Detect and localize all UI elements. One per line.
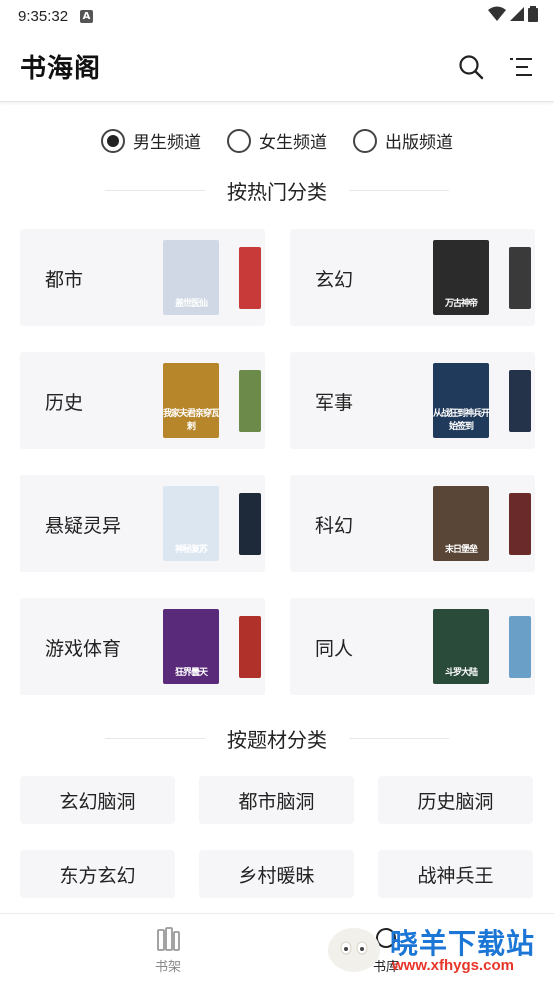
- wifi-icon: [488, 6, 506, 21]
- category-grid: 都市 盖世医仙 玄幻 万古神帝 历史 我家夫君亲穿瓦剌 军事 从战狂到神兵开始签…: [20, 229, 535, 695]
- radio-unchecked-icon: [353, 128, 377, 153]
- status-bar: 9:35:32 A: [0, 0, 554, 32]
- hot-section-header: 按热门分类: [0, 176, 554, 205]
- radio-unchecked-icon: [227, 128, 251, 153]
- section-title: 按题材分类: [227, 728, 327, 752]
- book-cover-back: [509, 616, 531, 678]
- channel-label: 女生频道: [259, 133, 327, 153]
- book-cover-title: 斗罗大陆: [444, 668, 478, 678]
- battery-icon: [528, 6, 538, 22]
- book-cover: 狂界曇天: [163, 609, 219, 684]
- book-cover: 斗罗大陆: [433, 609, 489, 684]
- book-cover-back: [509, 370, 531, 432]
- notification-badge: A: [80, 9, 94, 23]
- book-cover: 末日堡垒: [433, 486, 489, 561]
- book-cover-back: [239, 370, 261, 432]
- watermark-url: www.xfhygs.com: [392, 957, 514, 974]
- channel-male[interactable]: 男生频道: [101, 128, 201, 153]
- app-header: 书海阁: [0, 32, 554, 102]
- radio-checked-icon: [101, 128, 125, 153]
- search-icon: [459, 55, 484, 80]
- category-card[interactable]: 玄幻 万古神帝: [290, 229, 535, 326]
- category-name: 历史: [45, 392, 84, 414]
- category-name: 都市: [45, 269, 84, 291]
- theme-tag[interactable]: 乡村暖昧: [199, 850, 354, 898]
- channel-female[interactable]: 女生频道: [227, 128, 327, 153]
- divider: [349, 738, 449, 739]
- category-name: 同人: [315, 638, 354, 660]
- status-time: 9:35:32: [18, 7, 69, 25]
- book-cover-title: 狂界曇天: [174, 668, 208, 678]
- category-name: 科幻: [315, 515, 354, 537]
- category-card[interactable]: 军事 从战狂到神兵开始签到: [290, 352, 535, 449]
- book-cover-back: [239, 493, 261, 555]
- theme-tag[interactable]: 玄幻脑洞: [20, 776, 175, 824]
- book-cover: 万古神帝: [433, 240, 489, 315]
- book-cover-title: 盖世医仙: [174, 299, 208, 309]
- book-cover-back: [509, 247, 531, 309]
- category-card[interactable]: 历史 我家夫君亲穿瓦剌: [20, 352, 265, 449]
- theme-section-header: 按题材分类: [0, 724, 554, 753]
- book-cover-title: 从战狂到神兵开始签到: [433, 409, 489, 432]
- category-name: 游戏体育: [45, 638, 122, 660]
- channel-label: 男生频道: [133, 133, 201, 153]
- category-card[interactable]: 游戏体育 狂界曇天: [20, 598, 265, 695]
- category-name: 悬疑灵异: [45, 515, 122, 537]
- divider: [105, 190, 205, 191]
- app-title: 书海阁: [20, 54, 102, 84]
- book-cover-title: 我家夫君亲穿瓦剌: [163, 409, 219, 432]
- menu-button[interactable]: [506, 52, 536, 82]
- book-cover-title: 万古神帝: [444, 299, 478, 309]
- book-cover: 神秘复苏: [163, 486, 219, 561]
- theme-tag[interactable]: 都市脑洞: [199, 776, 354, 824]
- menu-icon: [510, 58, 532, 76]
- divider: [105, 738, 205, 739]
- book-cover-title: 神秘复苏: [174, 545, 208, 555]
- category-card[interactable]: 同人 斗罗大陆: [290, 598, 535, 695]
- channel-selector: 男生频道 女生频道 出版频道: [0, 128, 554, 153]
- channel-publish[interactable]: 出版频道: [353, 128, 453, 153]
- category-card[interactable]: 都市 盖世医仙: [20, 229, 265, 326]
- category-card[interactable]: 科幻 末日堡垒: [290, 475, 535, 572]
- search-button[interactable]: [456, 52, 486, 82]
- divider: [349, 190, 449, 191]
- section-title: 按热门分类: [227, 180, 327, 204]
- bookshelf-icon: [157, 927, 180, 951]
- nav-label: 书架: [154, 960, 181, 975]
- category-card[interactable]: 悬疑灵异 神秘复苏: [20, 475, 265, 572]
- theme-tag[interactable]: 历史脑洞: [378, 776, 533, 824]
- book-cover: 我家夫君亲穿瓦剌: [163, 363, 219, 438]
- category-name: 玄幻: [315, 269, 354, 291]
- watermark: 晓羊下载站 www.xfhygs.com: [320, 916, 552, 982]
- channel-label: 出版频道: [385, 133, 453, 153]
- book-cover: 盖世医仙: [163, 240, 219, 315]
- theme-tag[interactable]: 东方玄幻: [20, 850, 175, 898]
- sheep-logo-icon: [328, 928, 380, 972]
- category-name: 军事: [315, 392, 354, 414]
- book-cover-back: [239, 616, 261, 678]
- watermark-text: 晓羊下载站: [390, 927, 536, 960]
- book-cover-title: 末日堡垒: [444, 545, 478, 555]
- book-cover: 从战狂到神兵开始签到: [433, 363, 489, 438]
- book-cover-back: [509, 493, 531, 555]
- signal-icon: [510, 7, 524, 21]
- status-icons: [488, 6, 538, 22]
- theme-tag-grid: 玄幻脑洞 都市脑洞 历史脑洞 东方玄幻 乡村暖昧 战神兵王: [20, 776, 534, 898]
- theme-tag[interactable]: 战神兵王: [378, 850, 533, 898]
- book-cover-back: [239, 247, 261, 309]
- nav-bookshelf[interactable]: 书架: [154, 926, 182, 975]
